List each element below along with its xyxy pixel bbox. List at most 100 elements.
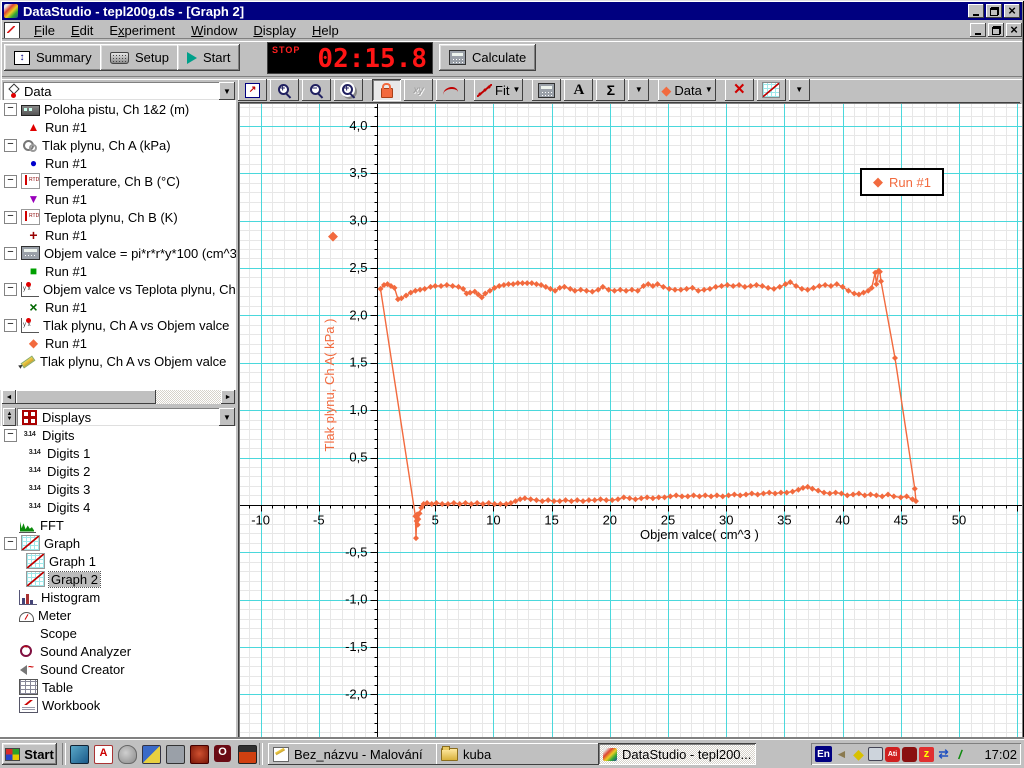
- slope-tool-button[interactable]: [436, 79, 465, 101]
- start-menu-button[interactable]: Start: [2, 743, 57, 765]
- display-child-item[interactable]: Graph 1: [0, 552, 236, 570]
- start-button[interactable]: Start: [177, 44, 241, 71]
- tray-sync-icon[interactable]: ⇄: [936, 747, 951, 762]
- data-item[interactable]: Tlak plynu, Ch A vs Objem valce: [0, 352, 236, 370]
- collapse-box[interactable]: −: [4, 536, 17, 550]
- calculate-button[interactable]: Calculate: [439, 44, 537, 71]
- displays-panel-dropdown-button[interactable]: ▼: [219, 408, 235, 426]
- data-run-item[interactable]: ◆ Run #1: [0, 334, 236, 352]
- quicklaunch-show-desktop-icon[interactable]: [70, 745, 89, 764]
- taskbar-task-1[interactable]: Bez_názvu - Malování: [268, 743, 438, 765]
- tray-display-icon[interactable]: [868, 746, 883, 761]
- data-item[interactable]: − Objem valce = pi*r*r*y*100 (cm^3): [0, 244, 236, 262]
- data-run-item[interactable]: ▼ Run #1: [0, 190, 236, 208]
- data-item[interactable]: − Tlak plynu, Ch A (kPa): [0, 136, 236, 154]
- child-restore-button[interactable]: [988, 23, 1004, 37]
- text-annotation-button[interactable]: A: [564, 79, 594, 101]
- display-child-item[interactable]: 3.14 Digits 4: [0, 498, 236, 516]
- tray-yellow-diamond-icon[interactable]: ◆: [851, 746, 866, 762]
- menu-experiment[interactable]: Experiment: [101, 21, 183, 40]
- taskbar-task-2[interactable]: kuba: [436, 743, 606, 765]
- graph-settings-dropdown-button[interactable]: ▼: [788, 79, 810, 101]
- setup-button[interactable]: Setup: [100, 44, 179, 71]
- displays-panel-header[interactable]: Displays: [17, 408, 224, 426]
- display-item[interactable]: Meter: [0, 606, 236, 624]
- graph-settings-button[interactable]: [756, 79, 786, 101]
- data-run-item[interactable]: ■ Run #1: [0, 262, 236, 280]
- menu-edit[interactable]: Edit: [63, 21, 101, 40]
- data-item[interactable]: − Objem valce vs Teplota plynu, Ch: [0, 280, 236, 298]
- statistics-button[interactable]: Σ: [596, 79, 626, 101]
- data-tree-hscrollbar[interactable]: ◄ ►: [2, 390, 235, 404]
- data-panel-dropdown-button[interactable]: ▼: [219, 82, 235, 100]
- collapse-box[interactable]: −: [4, 318, 17, 332]
- calculator-tool-button[interactable]: [532, 79, 562, 101]
- collapse-box[interactable]: −: [4, 428, 17, 442]
- menu-display[interactable]: Display: [245, 21, 304, 40]
- keyboard-layout-indicator[interactable]: En: [815, 746, 832, 762]
- display-child-item[interactable]: 3.14 Digits 3: [0, 480, 236, 498]
- scrollbar-thumb[interactable]: [16, 390, 156, 404]
- display-item[interactable]: − Graph: [0, 534, 236, 552]
- summary-button[interactable]: ↕ Summary: [4, 44, 102, 71]
- quicklaunch-acrobat-icon[interactable]: A: [94, 745, 113, 764]
- display-item[interactable]: Sound Creator: [0, 660, 236, 678]
- collapse-box[interactable]: −: [4, 174, 17, 188]
- legend[interactable]: ◆ Run #1: [860, 168, 944, 196]
- quicklaunch-bird-icon[interactable]: [118, 745, 137, 764]
- tray-volume-icon[interactable]: ◄: [834, 747, 849, 762]
- smart-tool-button[interactable]: [372, 79, 401, 101]
- delete-button[interactable]: ×: [724, 79, 754, 101]
- graph-plot-area[interactable]: -10 -5 5 10 15 20 25 30 35 40 45 50 4,0 3,5 3,0 2,5 2,0 1…: [240, 104, 1022, 739]
- display-child-item[interactable]: Graph 2: [0, 570, 236, 588]
- quicklaunch-flame-icon[interactable]: [238, 745, 257, 764]
- collapse-box[interactable]: −: [4, 282, 17, 296]
- display-item[interactable]: Histogram: [0, 588, 236, 606]
- menu-window[interactable]: Window: [183, 21, 245, 40]
- taskbar-clock[interactable]: 17:02: [984, 747, 1017, 762]
- zoom-in-button[interactable]: +: [270, 79, 299, 101]
- child-close-button[interactable]: ×: [1006, 23, 1022, 37]
- close-button[interactable]: ×: [1004, 4, 1020, 18]
- data-menu-button[interactable]: ◆ Data ▼: [658, 79, 716, 101]
- data-run-item[interactable]: + Run #1: [0, 226, 236, 244]
- tray-pen-icon[interactable]: /: [952, 745, 969, 762]
- display-item[interactable]: −3.14 Digits: [0, 426, 236, 444]
- minimize-button[interactable]: [968, 4, 984, 18]
- display-item[interactable]: Scope: [0, 624, 236, 642]
- display-child-item[interactable]: 3.14 Digits 1: [0, 444, 236, 462]
- scale-to-fit-button[interactable]: ↗: [238, 79, 267, 101]
- statistics-dropdown-button[interactable]: ▼: [628, 79, 650, 101]
- quicklaunch-calculator-icon[interactable]: [166, 745, 185, 764]
- menu-help[interactable]: Help: [304, 21, 347, 40]
- display-item[interactable]: Sound Analyzer: [0, 642, 236, 660]
- taskbar-task-3[interactable]: DataStudio - tepl200...: [598, 743, 756, 765]
- tray-power-icon[interactable]: z: [919, 746, 934, 762]
- quicklaunch-dragon-icon[interactable]: [190, 745, 209, 764]
- data-item[interactable]: − Teplota plynu, Ch B (K): [0, 208, 236, 226]
- collapse-box[interactable]: −: [4, 210, 17, 224]
- data-item[interactable]: − Temperature, Ch B (°C): [0, 172, 236, 190]
- menu-file[interactable]: File: [26, 21, 63, 40]
- tray-mascot-icon[interactable]: [902, 746, 917, 762]
- display-item[interactable]: FFT: [0, 516, 236, 534]
- data-run-item[interactable]: × Run #1: [0, 298, 236, 316]
- data-panel-header[interactable]: Data: [3, 82, 224, 100]
- display-child-item[interactable]: 3.14 Digits 2: [0, 462, 236, 480]
- xy-tool-button[interactable]: xy: [404, 79, 433, 101]
- child-minimize-button[interactable]: [970, 23, 986, 37]
- zoom-select-button[interactable]: +: [334, 79, 363, 101]
- display-item[interactable]: Workbook: [0, 696, 236, 714]
- restore-button[interactable]: [986, 4, 1002, 18]
- panel-splitter-handle[interactable]: ▲ ▼: [3, 408, 16, 426]
- document-icon[interactable]: [4, 21, 20, 39]
- quicklaunch-paint-pencil-icon[interactable]: [142, 745, 161, 764]
- data-item[interactable]: − Tlak plynu, Ch A vs Objem valce: [0, 316, 236, 334]
- collapse-box[interactable]: −: [4, 246, 17, 260]
- scroll-right-button[interactable]: ►: [221, 390, 235, 404]
- zoom-out-button[interactable]: −: [302, 79, 331, 101]
- tray-ati-icon[interactable]: Ati: [885, 746, 900, 762]
- quicklaunch-opera-icon[interactable]: O: [214, 745, 231, 762]
- collapse-box[interactable]: −: [4, 138, 17, 152]
- scroll-left-button[interactable]: ◄: [2, 390, 16, 404]
